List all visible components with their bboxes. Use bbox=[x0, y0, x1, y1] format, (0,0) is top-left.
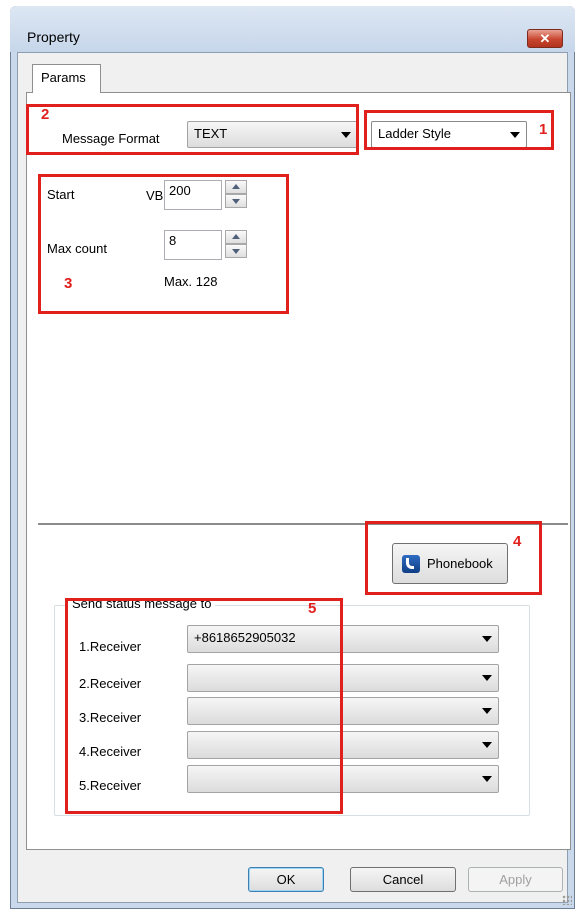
annotation-box-1 bbox=[364, 110, 554, 150]
annotation-number-4: 4 bbox=[513, 533, 522, 550]
annotation-box-3 bbox=[38, 174, 289, 314]
window-title: Property bbox=[27, 29, 80, 45]
chevron-down-icon bbox=[482, 708, 492, 714]
cancel-button[interactable]: Cancel bbox=[350, 867, 456, 892]
tab-params[interactable]: Params bbox=[32, 64, 101, 93]
chevron-down-icon bbox=[482, 742, 492, 748]
annotation-number-1: 1 bbox=[539, 121, 548, 138]
annotation-number-5: 5 bbox=[308, 600, 317, 617]
title-bar[interactable] bbox=[10, 6, 575, 52]
resize-grip-icon[interactable] bbox=[562, 895, 572, 905]
annotation-box-5 bbox=[65, 598, 343, 814]
annotation-number-3: 3 bbox=[64, 275, 73, 292]
close-icon: ✕ bbox=[539, 31, 551, 46]
close-button[interactable]: ✕ bbox=[527, 29, 563, 48]
annotation-number-2: 2 bbox=[41, 106, 50, 123]
chevron-down-icon bbox=[482, 675, 492, 681]
apply-button[interactable]: Apply bbox=[468, 867, 563, 892]
chevron-down-icon bbox=[482, 776, 492, 782]
ok-label: OK bbox=[276, 872, 296, 887]
apply-label: Apply bbox=[499, 872, 532, 887]
annotation-box-2 bbox=[26, 104, 359, 155]
tab-label: Params bbox=[41, 70, 86, 85]
cancel-label: Cancel bbox=[382, 872, 424, 887]
ok-button[interactable]: OK bbox=[248, 867, 324, 892]
chevron-down-icon bbox=[482, 636, 492, 642]
